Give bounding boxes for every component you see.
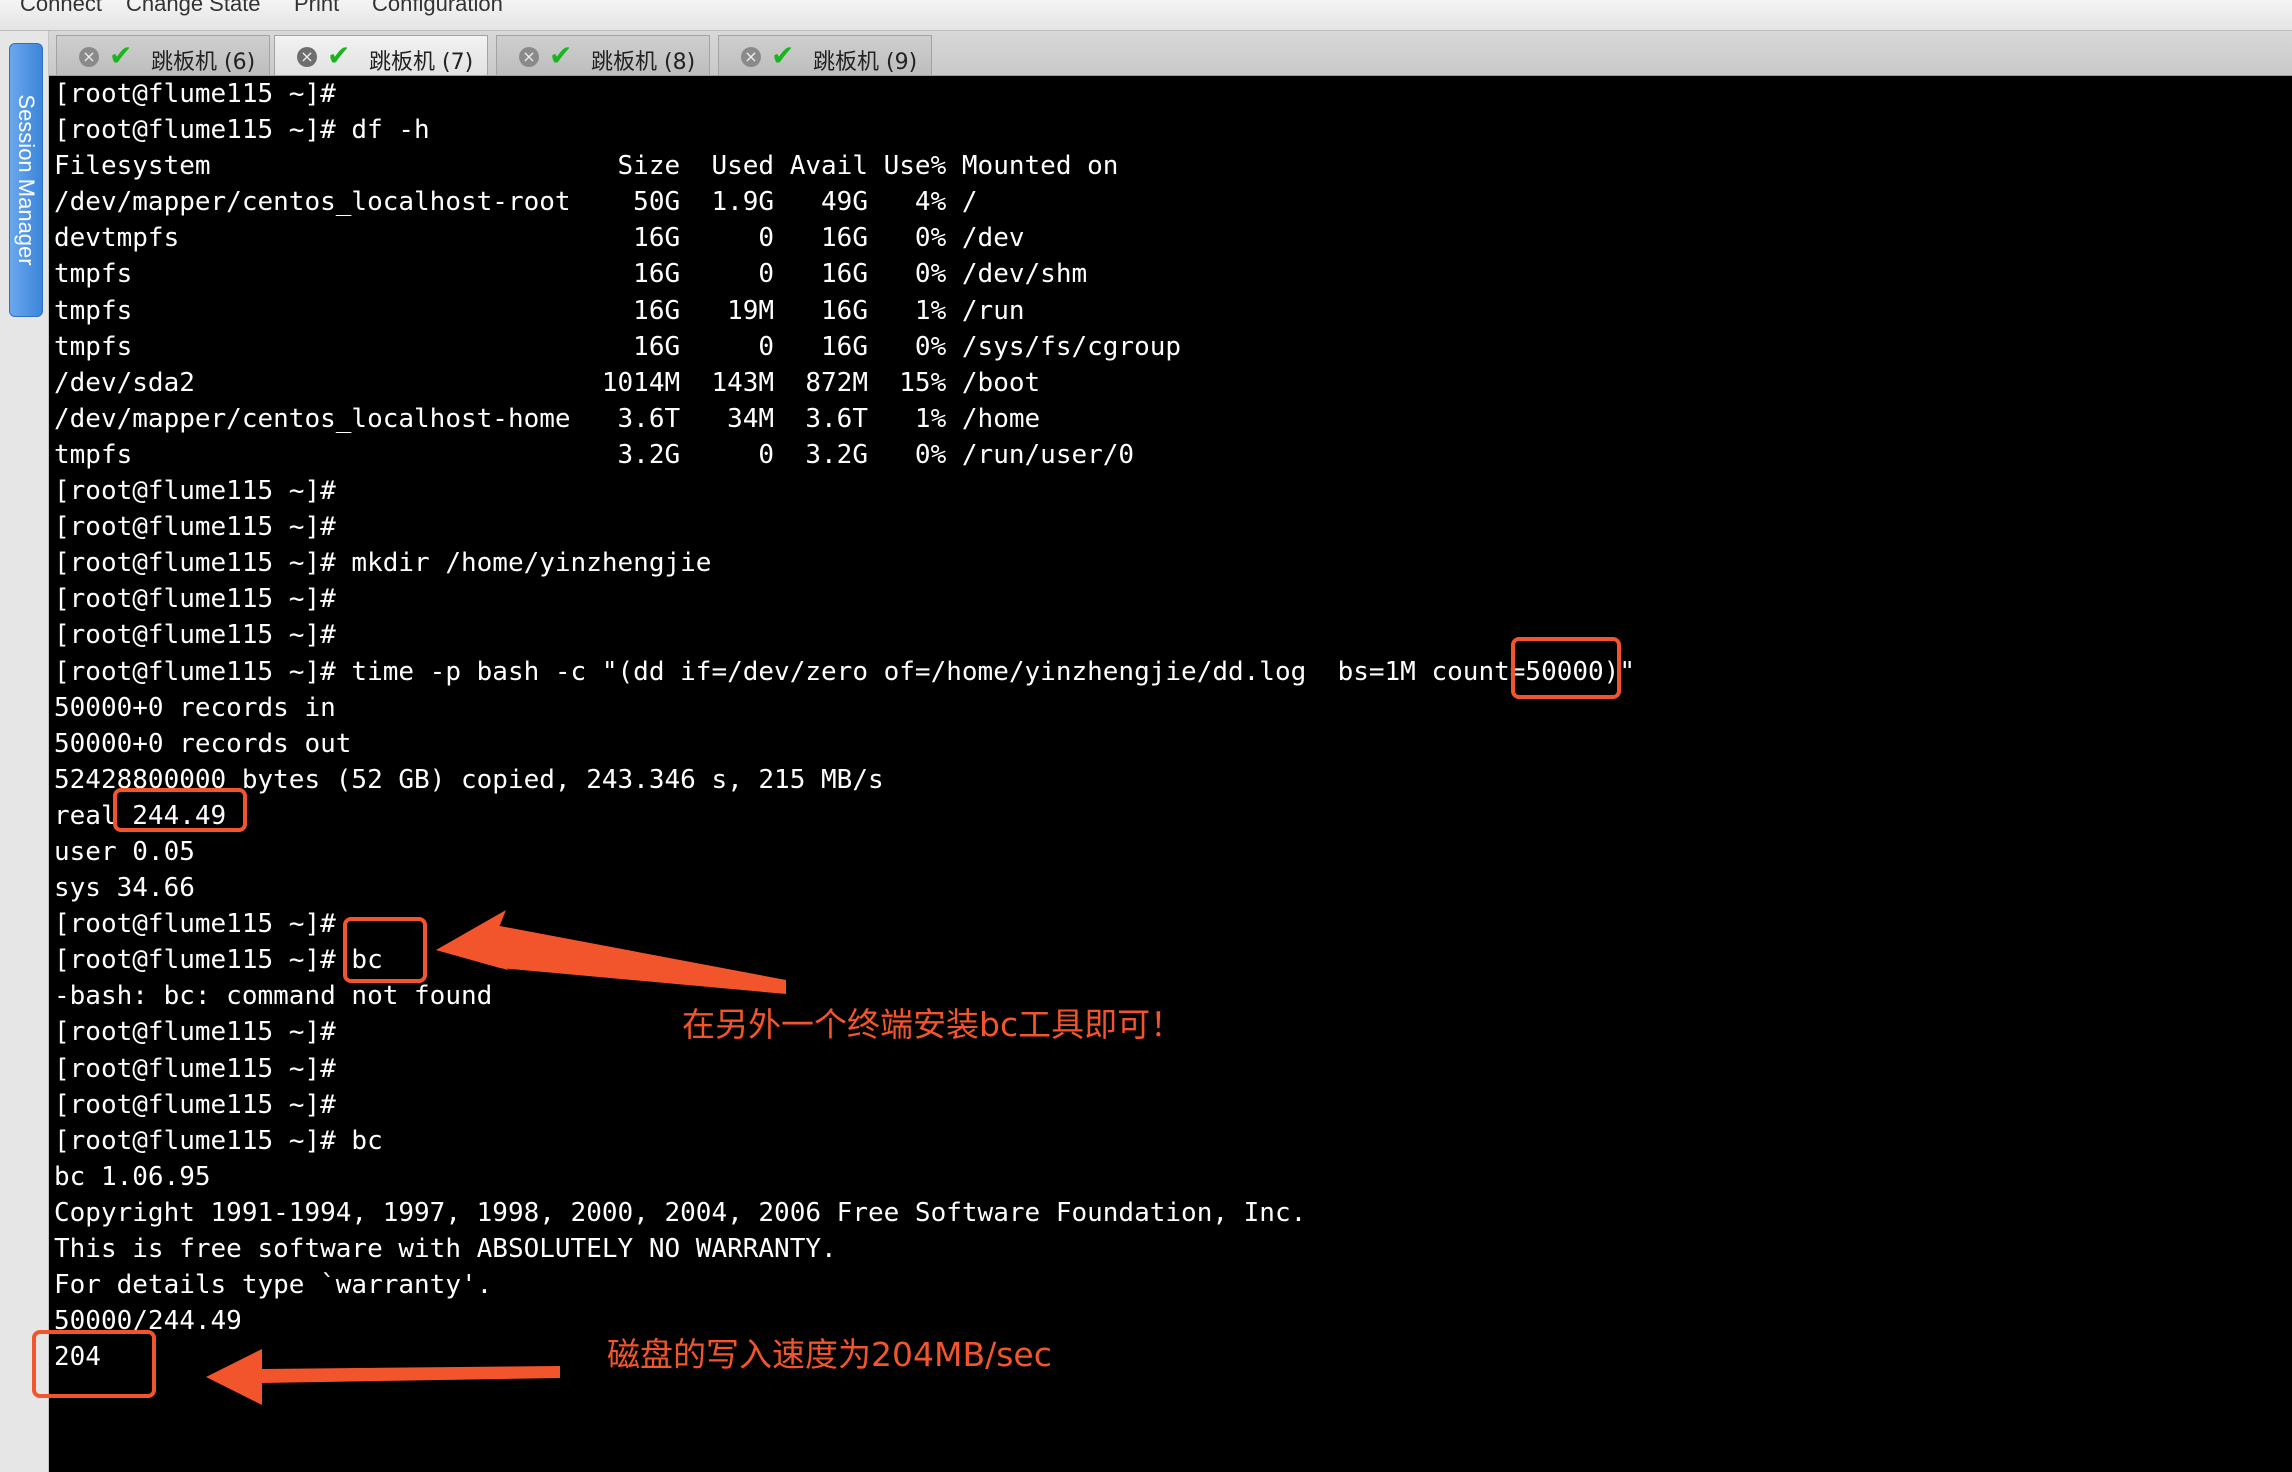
terminal-line: 50000+0 records out: [54, 728, 352, 759]
menu-configuration[interactable]: Configuration: [372, 0, 503, 17]
tab-bar: × ✔ 跳板机 (6) × ✔ 跳板机 (7) × ✔ 跳板机 (8) × ✔ …: [49, 31, 2292, 76]
terminal-line: [root@flume115 ~]# bc: [54, 945, 383, 976]
terminal-line: Filesystem Size Used Avail Use% Mounted …: [54, 151, 1119, 182]
tab-session-9[interactable]: × ✔ 跳板机 (9): [718, 35, 932, 75]
terminal-line: user 0.05: [54, 836, 195, 867]
terminal-line: [root@flume115 ~]#: [54, 909, 336, 940]
terminal-line: [root@flume115 ~]#: [54, 1089, 336, 1120]
terminal-line: Copyright 1991-1994, 1997, 1998, 2000, 2…: [54, 1197, 1307, 1228]
connected-check-icon: ✔: [771, 39, 795, 72]
terminal-line: devtmpfs 16G 0 16G 0% /dev: [54, 223, 1025, 254]
install-bc-note: 在另外一个终端安装bc工具即可！: [682, 1005, 1184, 1044]
terminal-line: [root@flume115 ~]# time -p bash -c "(dd …: [54, 656, 1635, 687]
terminal-line: [root@flume115 ~]#: [54, 512, 336, 543]
terminal-line: /dev/sda2 1014M 143M 872M 15% /boot: [54, 367, 1041, 398]
connected-check-icon: ✔: [549, 39, 573, 72]
highlight-real-time-box: [113, 788, 247, 832]
highlight-bc-command-box: [343, 917, 427, 983]
terminal-line: This is free software with ABSOLUTELY NO…: [54, 1234, 837, 1264]
terminal-pane[interactable]: [root@flume115 ~]# [root@flume115 ~]# df …: [49, 76, 2292, 1472]
terminal-line: real 244.49: [54, 800, 227, 831]
close-icon[interactable]: ×: [297, 47, 317, 67]
terminal-line: [root@flume115 ~]#: [54, 584, 336, 615]
terminal-line: bc 1.06.95: [54, 1161, 211, 1192]
close-icon[interactable]: ×: [79, 47, 99, 67]
terminal-line: 50000+0 records in: [54, 692, 336, 723]
session-manager-tab[interactable]: Session Manager: [9, 43, 43, 317]
terminal-line: [root@flume115 ~]#: [54, 620, 336, 651]
terminal-line: [root@flume115 ~]# bc: [54, 1125, 383, 1156]
close-icon[interactable]: ×: [519, 47, 539, 67]
menu-change-state[interactable]: Change State: [126, 0, 261, 17]
terminal-line: [root@flume115 ~]#: [54, 476, 336, 507]
session-manager-label: Session Manager: [14, 94, 39, 266]
connected-check-icon: ✔: [327, 39, 351, 72]
tab-label: 跳板机 (8): [591, 50, 696, 75]
tab-session-7[interactable]: × ✔ 跳板机 (7): [274, 35, 488, 75]
tab-label: 跳板机 (6): [151, 50, 256, 75]
terminal-line: [root@flume115 ~]# df -h: [54, 115, 430, 146]
tab-session-6[interactable]: × ✔ 跳板机 (6): [56, 35, 270, 75]
terminal-line: tmpfs 16G 19M 16G 1% /run: [54, 295, 1025, 326]
terminal-line: [root@flume115 ~]# mkdir /home/yinzhengj…: [54, 548, 712, 579]
connected-check-icon: ✔: [109, 39, 133, 72]
session-manager-sidebar: Session Manager: [0, 31, 49, 1472]
terminal-line: tmpfs 16G 0 16G 0% /sys/fs/cgroup: [54, 331, 1182, 362]
terminal-line: /dev/mapper/centos_localhost-root 50G 1.…: [54, 187, 978, 218]
menu-print[interactable]: Print: [294, 0, 339, 17]
tab-label: 跳板机 (7): [369, 50, 474, 75]
highlight-count-box: [1511, 637, 1621, 699]
terminal-line: /dev/mapper/centos_localhost-home 3.6T 3…: [54, 403, 1041, 434]
highlight-result-box: [32, 1330, 156, 1398]
terminal-line: [root@flume115 ~]#: [54, 1053, 336, 1084]
menu-connect[interactable]: Connect: [20, 0, 102, 17]
terminal-output: [root@flume115 ~]# [root@flume115 ~]# df …: [54, 76, 1635, 1375]
tab-session-8[interactable]: × ✔ 跳板机 (8): [496, 35, 710, 75]
terminal-line: tmpfs 16G 0 16G 0% /dev/shm: [54, 259, 1088, 290]
terminal-line: 52428800000 bytes (52 GB) copied, 243.34…: [54, 764, 884, 795]
menu-bar: Connect Change State Print Configuration: [0, 0, 2292, 31]
terminal-line: For details type `warranty'.: [54, 1270, 493, 1301]
terminal-line: sys 34.66: [54, 873, 195, 904]
write-speed-note: 磁盘的写入速度为204MB/sec: [607, 1335, 1052, 1374]
terminal-line: [root@flume115 ~]#: [54, 79, 336, 109]
tab-label: 跳板机 (9): [813, 50, 918, 75]
terminal-line: tmpfs 3.2G 0 3.2G 0% /run/user/0: [54, 439, 1135, 470]
close-icon[interactable]: ×: [741, 47, 761, 67]
